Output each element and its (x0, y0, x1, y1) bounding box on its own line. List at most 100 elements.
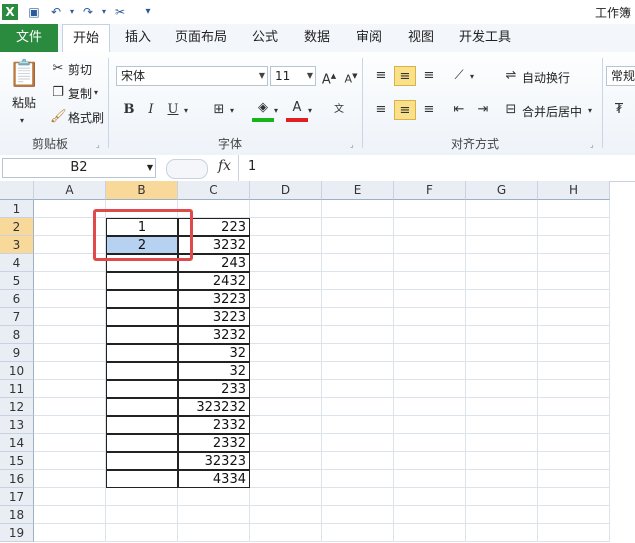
cell-g2[interactable] (466, 218, 538, 236)
cell-e15[interactable] (322, 452, 394, 470)
row-header-12[interactable]: 12 (0, 398, 34, 416)
tab-home[interactable]: 开始 (62, 24, 110, 52)
merge-center-icon[interactable]: ⊟ (502, 101, 520, 119)
cell-c18[interactable] (178, 506, 250, 524)
cell-b17[interactable] (106, 488, 178, 506)
cell-c11[interactable]: 233 (178, 380, 250, 398)
phonetic-guide-icon[interactable]: 文 (328, 100, 350, 120)
fill-color-icon[interactable]: ◈ (252, 98, 274, 122)
formula-input[interactable]: 1 (248, 159, 256, 174)
paste-button[interactable]: 粘贴 (12, 94, 36, 111)
cell-h13[interactable] (538, 416, 610, 434)
cell-d19[interactable] (250, 524, 322, 542)
cell-c10[interactable]: 32 (178, 362, 250, 380)
cell-e6[interactable] (322, 290, 394, 308)
cell-c16[interactable]: 4334 (178, 470, 250, 488)
redo-icon[interactable]: ↷ (80, 4, 96, 20)
cell-c9[interactable]: 32 (178, 344, 250, 362)
cell-b16[interactable] (106, 470, 178, 488)
cell-e7[interactable] (322, 308, 394, 326)
cell-b5[interactable] (106, 272, 178, 290)
cell-a15[interactable] (34, 452, 106, 470)
cell-a9[interactable] (34, 344, 106, 362)
cell-b15[interactable] (106, 452, 178, 470)
cell-d12[interactable] (250, 398, 322, 416)
cell-g8[interactable] (466, 326, 538, 344)
cell-g10[interactable] (466, 362, 538, 380)
row-header-14[interactable]: 14 (0, 434, 34, 452)
cell-g4[interactable] (466, 254, 538, 272)
column-header-g[interactable]: G (466, 181, 538, 200)
cell-b8[interactable] (106, 326, 178, 344)
cell-b18[interactable] (106, 506, 178, 524)
cell-g15[interactable] (466, 452, 538, 470)
borders-icon[interactable]: ⊞ (208, 100, 230, 120)
cell-e18[interactable] (322, 506, 394, 524)
cell-c7[interactable]: 3223 (178, 308, 250, 326)
borders-dropdown-icon[interactable]: ▾ (230, 102, 234, 120)
cell-d1[interactable] (250, 200, 322, 218)
cell-a7[interactable] (34, 308, 106, 326)
number-format-combo[interactable]: 常规 (606, 66, 635, 86)
row-header-7[interactable]: 7 (0, 308, 34, 326)
cell-d3[interactable] (250, 236, 322, 254)
cell-b10[interactable] (106, 362, 178, 380)
cell-f14[interactable] (394, 434, 466, 452)
cell-e2[interactable] (322, 218, 394, 236)
row-header-5[interactable]: 5 (0, 272, 34, 290)
cell-f16[interactable] (394, 470, 466, 488)
cell-d13[interactable] (250, 416, 322, 434)
column-header-f[interactable]: F (394, 181, 466, 200)
cell-c5[interactable]: 2432 (178, 272, 250, 290)
formula-bar-splitter[interactable] (166, 159, 208, 179)
cell-h14[interactable] (538, 434, 610, 452)
redo-dropdown-icon[interactable]: ▾ (96, 4, 112, 20)
align-bottom-icon[interactable]: ≡ (418, 66, 440, 86)
cut-icon[interactable]: ✂ (50, 60, 66, 78)
name-box[interactable]: B2 ▼ (2, 158, 156, 178)
cell-c14[interactable]: 2332 (178, 434, 250, 452)
font-size-combo[interactable]: 11 ▼ (270, 66, 316, 86)
font-launcher-icon[interactable]: ⌟ (350, 136, 354, 154)
tools-icon[interactable]: ✂ (112, 4, 128, 20)
align-left-icon[interactable]: ≡ (370, 100, 392, 120)
cell-e4[interactable] (322, 254, 394, 272)
row-header-16[interactable]: 16 (0, 470, 34, 488)
cell-f12[interactable] (394, 398, 466, 416)
tab-view[interactable]: 视图 (400, 24, 442, 52)
cell-a16[interactable] (34, 470, 106, 488)
copy-icon[interactable]: ❐ (50, 84, 66, 102)
grow-font-button[interactable]: A▲ (318, 66, 340, 87)
cell-b13[interactable] (106, 416, 178, 434)
cell-g6[interactable] (466, 290, 538, 308)
cell-e12[interactable] (322, 398, 394, 416)
cell-d4[interactable] (250, 254, 322, 272)
cell-f5[interactable] (394, 272, 466, 290)
row-header-11[interactable]: 11 (0, 380, 34, 398)
increase-indent-icon[interactable]: ⇥ (472, 100, 494, 120)
cell-f6[interactable] (394, 290, 466, 308)
cell-f10[interactable] (394, 362, 466, 380)
orientation-icon[interactable]: ⟋ (448, 66, 470, 86)
cell-f11[interactable] (394, 380, 466, 398)
cell-a18[interactable] (34, 506, 106, 524)
cell-g19[interactable] (466, 524, 538, 542)
bold-button[interactable]: B (118, 100, 140, 120)
cell-f15[interactable] (394, 452, 466, 470)
insert-function-icon[interactable]: fx (218, 158, 231, 174)
row-header-18[interactable]: 18 (0, 506, 34, 524)
cell-c15[interactable]: 32323 (178, 452, 250, 470)
cell-h3[interactable] (538, 236, 610, 254)
tab-data[interactable]: 数据 (296, 24, 338, 52)
cell-d6[interactable] (250, 290, 322, 308)
align-top-icon[interactable]: ≡ (370, 66, 392, 86)
row-header-1[interactable]: 1 (0, 200, 34, 218)
worksheet-grid[interactable]: ABCDEFGH 1 2 3 4 5 6 7 8 9 10 11 12 13 14 15 16 17 18 19 1… (0, 181, 635, 543)
tab-review[interactable]: 审阅 (348, 24, 390, 52)
shrink-font-button[interactable]: A▼ (340, 66, 362, 86)
cell-h12[interactable] (538, 398, 610, 416)
cell-g12[interactable] (466, 398, 538, 416)
cell-a8[interactable] (34, 326, 106, 344)
wrap-text-icon[interactable]: ⇌ (502, 67, 520, 85)
cell-d8[interactable] (250, 326, 322, 344)
